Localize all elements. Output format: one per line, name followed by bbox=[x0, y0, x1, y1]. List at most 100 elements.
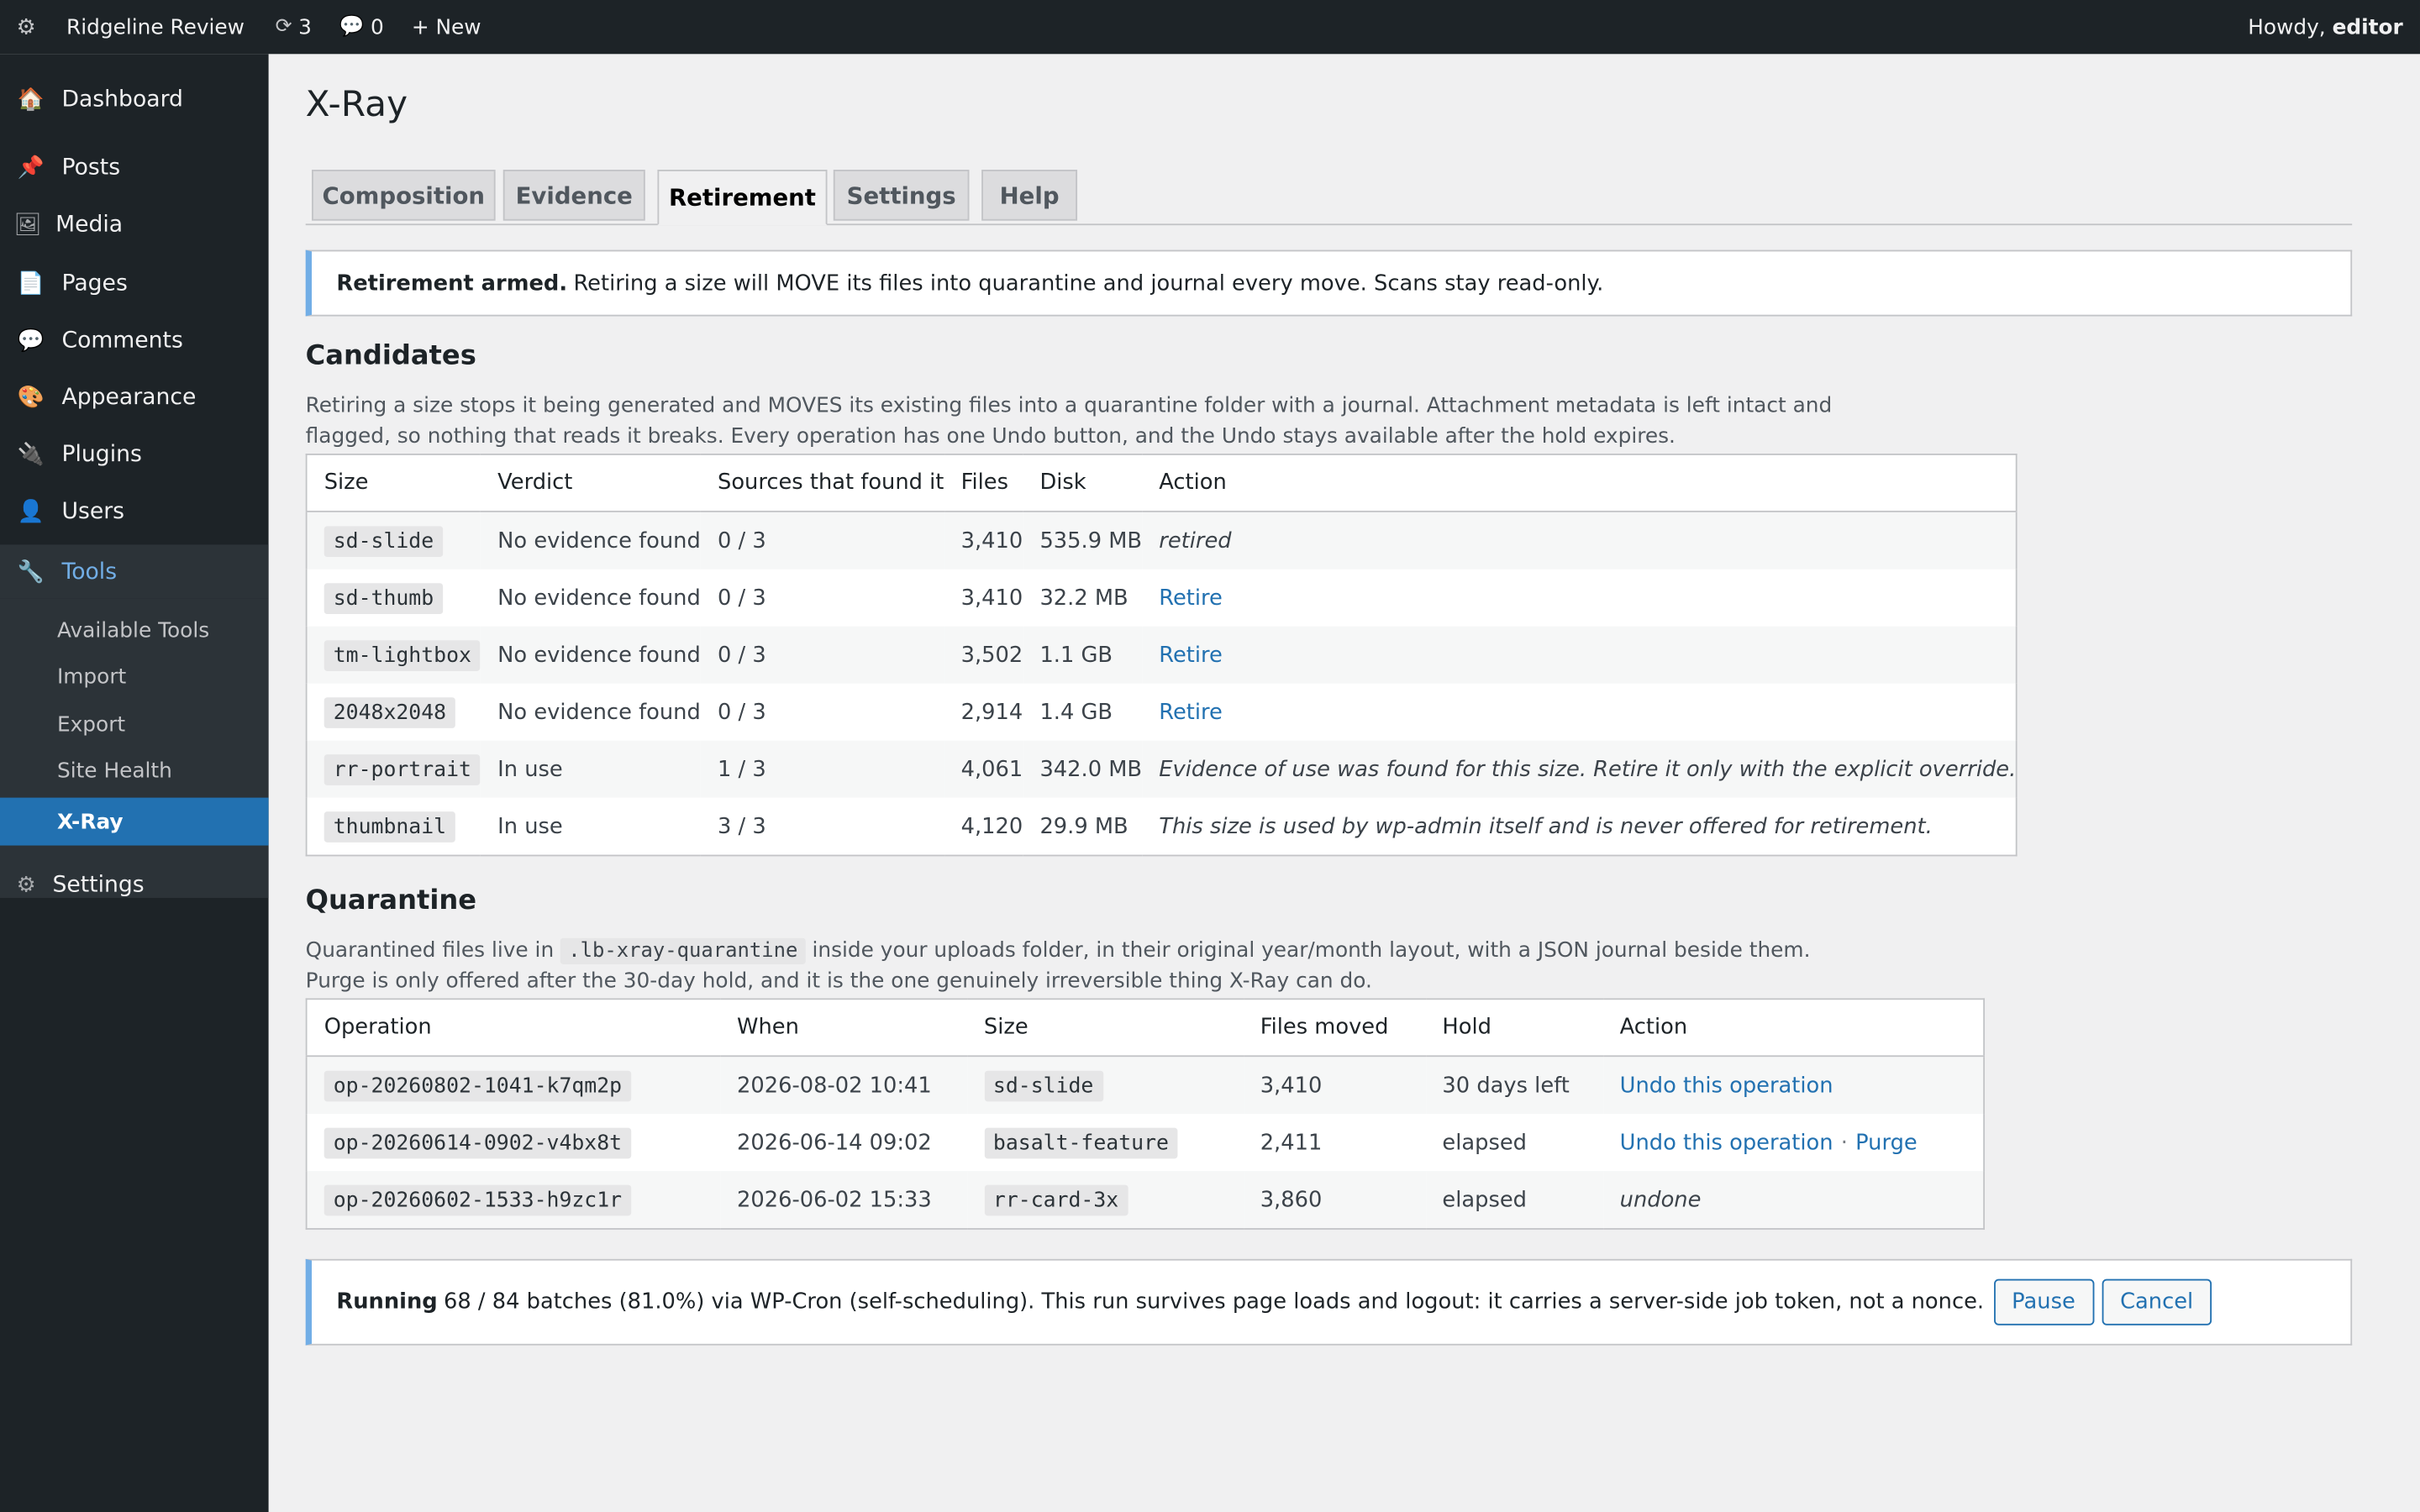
menu-label: Plugins bbox=[61, 443, 142, 468]
table-row: rr-portrait In use 1 / 3 4,061 342.0 MB … bbox=[306, 740, 2018, 798]
files-cell: 2,914 bbox=[960, 699, 1023, 725]
updates-icon: ⟳ bbox=[275, 15, 292, 39]
verdict-cell: No evidence found bbox=[497, 585, 701, 611]
howdy-user: editor bbox=[2332, 14, 2403, 39]
quarantine-table: Operation When Size Files moved Hold Act… bbox=[305, 998, 1986, 1230]
candidates-heading: Candidates bbox=[305, 340, 476, 372]
column-header: Files bbox=[944, 454, 1023, 512]
pause-button[interactable]: Pause bbox=[1993, 1278, 2094, 1326]
column-header: Size bbox=[306, 454, 481, 512]
tab-settings[interactable]: Settings bbox=[833, 170, 970, 221]
disk-cell: 1.4 GB bbox=[1039, 699, 1113, 725]
size-name: 2048x2048 bbox=[324, 696, 456, 728]
media-icon: 🖼 bbox=[13, 213, 42, 238]
disk-cell: 535.9 MB bbox=[1023, 511, 1143, 570]
menu-item-media[interactable]: 🖼 Media bbox=[0, 199, 269, 251]
tab-help[interactable]: Help bbox=[981, 170, 1078, 221]
retired-status: retired bbox=[1159, 528, 1232, 554]
candidates-desc-line1: Retiring a size stops it being generated… bbox=[305, 393, 1833, 418]
cancel-button[interactable]: Cancel bbox=[2102, 1278, 2212, 1326]
disk-cell: 1.1 GB bbox=[1023, 626, 1143, 684]
disk-cell: 342.0 MB bbox=[1023, 740, 1143, 798]
retire-link[interactable]: Retire bbox=[1159, 585, 1223, 610]
menu-label: Posts bbox=[61, 155, 121, 181]
new-content-link[interactable]: + New bbox=[412, 14, 481, 39]
menu-item-dashboard[interactable]: 🏠 Dashboard bbox=[0, 74, 269, 126]
menu-item-plugins[interactable]: 🔌 Plugins bbox=[0, 429, 269, 481]
tab-composition[interactable]: Composition bbox=[312, 170, 496, 221]
menu-label: Users bbox=[61, 500, 125, 525]
retire-link[interactable]: Retire bbox=[1159, 643, 1223, 667]
running-title: Running bbox=[336, 1289, 438, 1315]
quarantine-desc-pre: Quarantined files live in bbox=[305, 937, 555, 963]
sources-cell: 1 / 3 bbox=[700, 740, 944, 798]
files-cell: 3,410 bbox=[944, 511, 1023, 570]
hold-cell: elapsed bbox=[1425, 1171, 1603, 1229]
submenu-item-import[interactable]: Import bbox=[0, 654, 269, 701]
files-cell: 4,120 bbox=[960, 813, 1023, 839]
table-row: thumbnail In use 3 / 3 4,120 29.9 MB Thi… bbox=[307, 798, 2018, 856]
site-name-link[interactable]: Ridgeline Review bbox=[66, 14, 245, 39]
sources-cell: 3 / 3 bbox=[717, 813, 766, 839]
table-row: tm-lightbox No evidence found 0 / 3 3,50… bbox=[306, 626, 2018, 684]
nav-tabs: Composition Evidence Retirement Settings… bbox=[305, 168, 2353, 226]
menu-item-posts[interactable]: 📌 Posts bbox=[0, 142, 269, 194]
menu-item-appearance[interactable]: 🎨 Appearance bbox=[0, 372, 269, 424]
wrench-icon: 🔧 bbox=[17, 559, 45, 585]
table-row: op-20260614-0902-v4bx8t 2026-06-14 09:02… bbox=[307, 1114, 1985, 1171]
menu-label: Tools bbox=[61, 559, 118, 585]
candidates-table: Size Verdict Sources that found it Files… bbox=[305, 453, 2018, 857]
operation-id: op-20260614-0902-v4bx8t bbox=[324, 1126, 632, 1158]
column-header: When bbox=[719, 999, 967, 1058]
column-header: Size bbox=[966, 999, 1244, 1058]
howdy-prefix: Howdy, bbox=[2248, 14, 2326, 39]
user-icon: 👤 bbox=[17, 500, 45, 525]
menu-item-tools[interactable]: 🔧 Tools bbox=[0, 544, 269, 599]
notice-title: Retirement armed. bbox=[336, 270, 568, 296]
files-cell: 3,502 bbox=[944, 626, 1023, 684]
column-header: Action bbox=[1602, 999, 1985, 1058]
operation-id: op-20260802-1041-k7qm2p bbox=[324, 1069, 632, 1101]
submenu-item-xray[interactable]: X-Ray bbox=[0, 797, 269, 846]
files-moved-cell: 3,860 bbox=[1243, 1171, 1426, 1229]
purge-link[interactable]: Purge bbox=[1855, 1130, 1918, 1154]
quarantine-desc-post: inside your uploads folder, in their ori… bbox=[812, 937, 1811, 963]
tab-evidence[interactable]: Evidence bbox=[502, 170, 645, 221]
disk-cell: 32.2 MB bbox=[1039, 585, 1128, 611]
menu-item-settings[interactable]: ⚙ Settings bbox=[0, 859, 269, 911]
retire-link[interactable]: Retire bbox=[1159, 700, 1223, 724]
menu-item-pages[interactable]: 📄 Pages bbox=[0, 258, 269, 310]
in-use-note: This size is used by wp-admin itself and… bbox=[1159, 813, 1933, 839]
table-row: 2048x2048 No evidence found 0 / 3 2,914 … bbox=[307, 684, 2018, 741]
files-moved-cell: 3,410 bbox=[1243, 1056, 1426, 1115]
menu-item-users[interactable]: 👤 Users bbox=[0, 486, 269, 538]
comments-count: 0 bbox=[370, 14, 384, 39]
running-job-notice: Running 68 / 84 batches (81.0%) via WP-C… bbox=[305, 1258, 2353, 1346]
sources-cell: 0 / 3 bbox=[717, 585, 766, 611]
submenu-item-export[interactable]: Export bbox=[0, 702, 269, 748]
retirement-armed-notice: Retirement armed. Retiring a size will M… bbox=[305, 249, 2353, 317]
admin-sidebar: 🏠 Dashboard 📌 Posts 🖼 Media 📄 Pages 💬 Co… bbox=[0, 54, 269, 1512]
size-name: rr-portrait bbox=[324, 753, 481, 785]
column-header: Sources that found it bbox=[700, 454, 944, 512]
undo-operation-link[interactable]: Undo this operation bbox=[1620, 1073, 1833, 1097]
menu-item-comments[interactable]: 💬 Comments bbox=[0, 315, 269, 367]
updates-link[interactable]: ⟳ 3 bbox=[276, 14, 312, 39]
sources-cell: 0 / 3 bbox=[700, 511, 944, 570]
verdict-cell: In use bbox=[480, 740, 701, 798]
undo-operation-link[interactable]: Undo this operation bbox=[1620, 1130, 1833, 1154]
account-menu[interactable]: Howdy, editor bbox=[2248, 14, 2403, 39]
when-cell: 2026-06-02 15:33 bbox=[719, 1171, 967, 1229]
size-name: sd-slide bbox=[983, 1069, 1103, 1101]
sources-cell: 0 / 3 bbox=[717, 699, 766, 725]
verdict-cell: No evidence found bbox=[480, 626, 701, 684]
comments-link[interactable]: 💬 0 bbox=[339, 14, 384, 39]
wordpress-logo-icon[interactable]: ⚙ bbox=[0, 14, 52, 39]
files-moved-cell: 2,411 bbox=[1260, 1130, 1323, 1155]
submenu-item-available-tools[interactable]: Available Tools bbox=[0, 608, 269, 654]
size-name: basalt-feature bbox=[983, 1126, 1178, 1158]
submenu-item-site-health[interactable]: Site Health bbox=[0, 748, 269, 795]
tab-retirement[interactable]: Retirement bbox=[657, 170, 828, 226]
column-header: Hold bbox=[1425, 999, 1603, 1058]
page-icon: 📄 bbox=[17, 271, 45, 297]
